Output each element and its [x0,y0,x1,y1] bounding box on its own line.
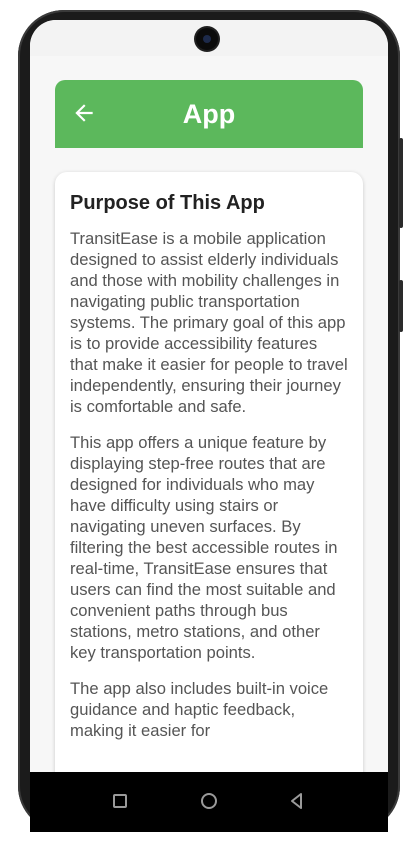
home-button[interactable] [194,786,224,816]
paragraph-2: This app offers a unique feature by disp… [70,433,338,662]
purpose-card[interactable]: Purpose of This App TransitEase is a mob… [55,172,363,812]
app-header: App [55,80,363,148]
volume-button [399,138,403,228]
page-title: App [182,99,236,129]
paragraph-1: TransitEase is a mobile application desi… [70,229,348,416]
home-circle-icon [201,793,217,809]
recents-button[interactable] [105,786,135,816]
recents-square-icon [113,794,127,808]
paragraph-3: The app also includes built-in voice gui… [70,679,329,740]
front-camera [196,28,218,50]
power-button [399,280,403,332]
system-back-button[interactable] [282,786,312,816]
screen: App Purpose of This App TransitEase is a… [30,20,388,832]
card-title: Purpose of This App [70,192,265,214]
system-nav-bar [30,772,388,832]
back-triangle-icon [291,793,302,809]
